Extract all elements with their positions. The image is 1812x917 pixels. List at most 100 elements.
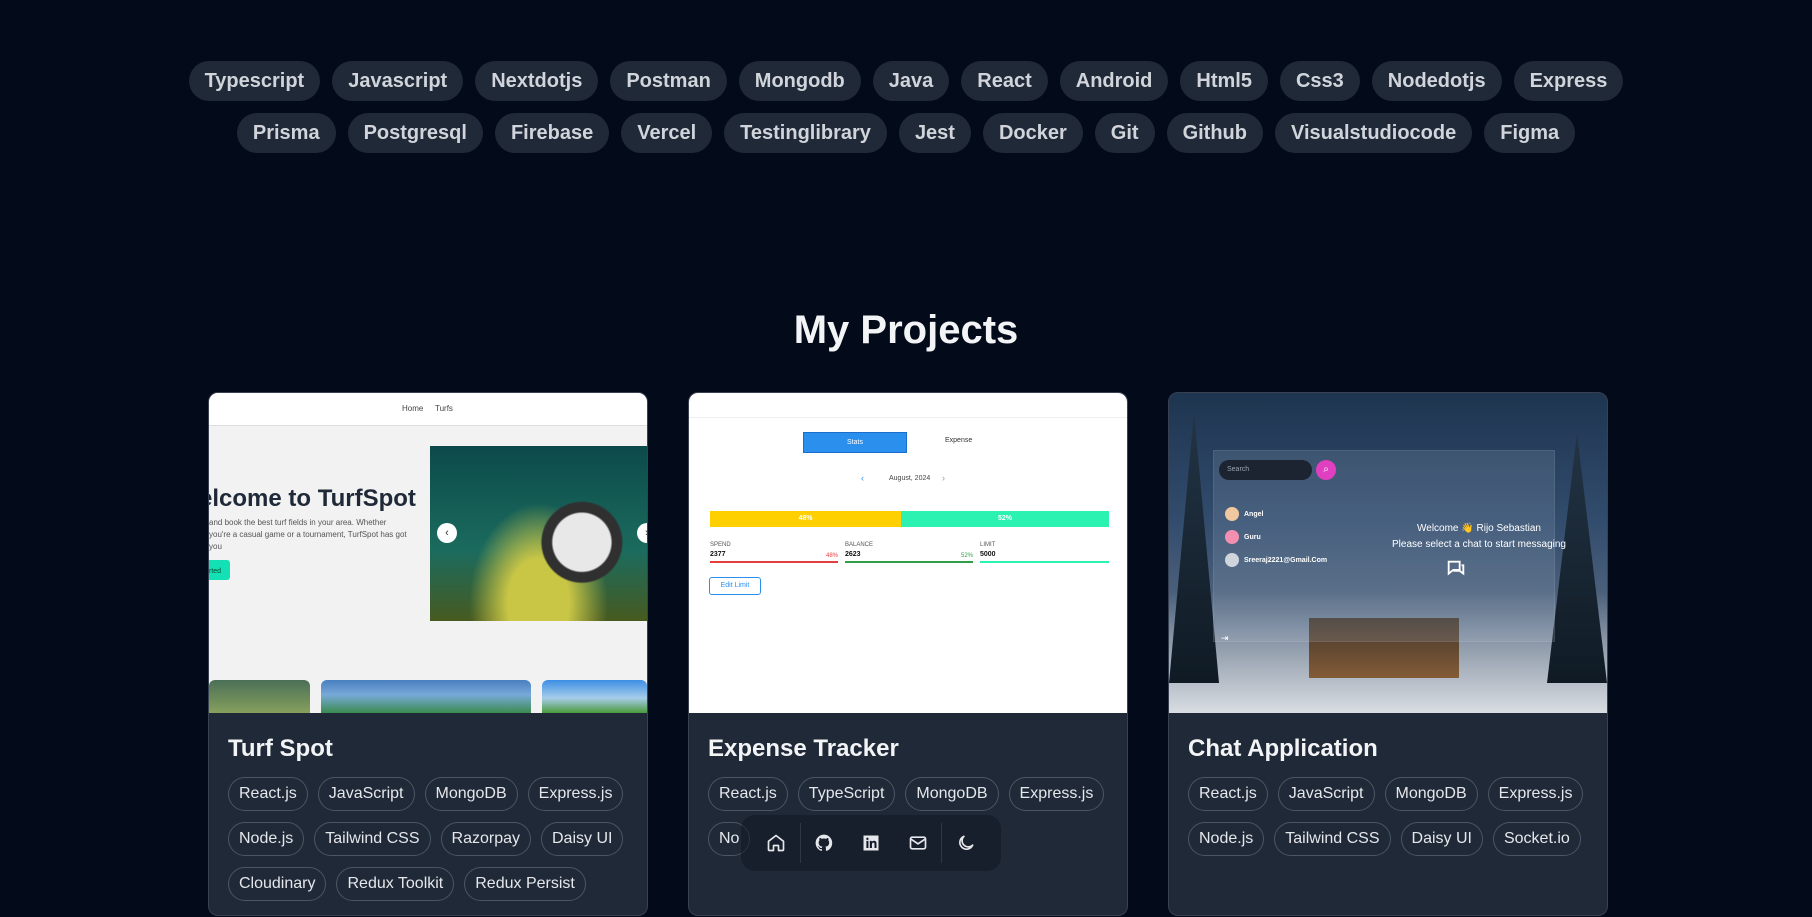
turf-thumbnail [542, 680, 647, 713]
project-preview-image[interactable]: Search ⌕ Angel Guru Sreeraj2221@Gmail.Co… [1169, 393, 1607, 713]
spend-percent: 48% [826, 553, 839, 559]
skill-pill: Postman [610, 61, 727, 101]
balance-percent: 52% [961, 553, 974, 559]
preview-topbar [689, 393, 1127, 418]
skill-pill: Express [1513, 61, 1624, 101]
skill-pill: Typescript [188, 61, 321, 101]
preview-hero-title: elcome to TurfSpot [209, 485, 416, 512]
project-preview-image[interactable]: Home Turfs elcome to TurfSpot and book t… [209, 393, 647, 713]
project-card-turf-spot[interactable]: Home Turfs elcome to TurfSpot and book t… [208, 392, 648, 916]
preview-edit-limit-button: Edit Limit [709, 577, 761, 595]
project-card-chat-application[interactable]: Search ⌕ Angel Guru Sreeraj2221@Gmail.Co… [1168, 392, 1608, 916]
preview-search-input: Search [1219, 460, 1312, 480]
skills-section: Typescript Javascript Nextdotjs Postman … [0, 61, 1812, 165]
skill-pill: Git [1094, 113, 1155, 153]
skill-pill: Vercel [621, 113, 713, 153]
skill-pill: Github [1166, 113, 1263, 153]
limit-label: LIMIT [980, 542, 996, 548]
github-icon[interactable] [801, 821, 848, 865]
balance-label: BALANCE [845, 542, 874, 548]
skill-pill: Visualstudiocode [1275, 113, 1473, 153]
skill-pill: Postgresql [347, 113, 483, 153]
snowy-tree [1169, 413, 1219, 683]
limit-underline [980, 561, 1109, 563]
skill-pill: Nextdotjs [475, 61, 599, 101]
tech-tag: Node.js [1188, 822, 1265, 856]
home-icon[interactable] [753, 821, 800, 865]
chevron-left-icon: ‹ [861, 473, 864, 483]
balance-value: 2623 [845, 551, 861, 558]
moon-icon[interactable] [942, 821, 989, 865]
tech-tag: Express.js [1008, 777, 1105, 811]
skill-pill: Prisma [236, 113, 336, 153]
skill-pill: Html5 [1180, 61, 1268, 101]
skill-pill: Figma [1484, 113, 1576, 153]
logout-icon: ⇥ [1221, 633, 1229, 643]
floating-dock [741, 815, 1001, 871]
tech-tags: React.js JavaScript MongoDB Express.js N… [228, 777, 638, 901]
project-title: Expense Tracker [708, 735, 899, 762]
skill-pill: Mongodb [738, 61, 861, 101]
preview-cta-button: rted [209, 560, 230, 580]
avatar [1225, 530, 1239, 544]
tech-tag: Redux Persist [464, 867, 586, 901]
skill-pill: Java [872, 61, 950, 101]
tech-tag: React.js [228, 777, 308, 811]
tech-tag: Cloudinary [228, 867, 327, 901]
skill-pill: Jest [898, 113, 971, 153]
search-icon: ⌕ [1316, 460, 1336, 480]
avatar [1225, 507, 1239, 521]
soccer-ball-photo [430, 446, 647, 621]
tech-tag: Razorpay [440, 822, 531, 856]
skill-pill: Testinglibrary [724, 113, 887, 153]
tech-tag: Socket.io [1492, 822, 1581, 856]
skill-pill: React [961, 61, 1048, 101]
turf-thumbnail [321, 680, 531, 713]
tech-tag: Daisy UI [541, 822, 624, 856]
projects-heading: My Projects [793, 308, 1019, 352]
skills-row-1: Typescript Javascript Nextdotjs Postman … [0, 61, 1812, 101]
message-icon [1445, 558, 1467, 585]
spend-label: SPEND [710, 542, 731, 548]
mail-icon[interactable] [894, 821, 941, 865]
balance-bar: 52% [901, 511, 1109, 527]
preview-stats-tab: Stats [803, 432, 907, 453]
tech-tag: Daisy UI [1400, 822, 1483, 856]
snowy-tree [1547, 433, 1607, 683]
preview-hero-description: and book the best turf fields in your ar… [209, 518, 407, 551]
tech-tag: Express.js [527, 777, 624, 811]
limit-value: 5000 [980, 551, 996, 558]
preview-month-label: August, 2024 [889, 475, 931, 482]
preview-welcome-text: Welcome 👋 Rijo Sebastian Please select a… [1392, 523, 1566, 550]
tech-tag: MongoDB [1384, 777, 1478, 811]
spend-bar: 48% [710, 511, 901, 527]
skill-pill: Android [1059, 61, 1169, 101]
project-title: Turf Spot [228, 735, 333, 762]
preview-contact: Angel [1225, 507, 1263, 521]
turf-thumbnail [209, 680, 310, 713]
tech-tag: TypeScript [797, 777, 896, 811]
project-title: Chat Application [1188, 735, 1378, 762]
preview-navbar: Home Turfs [209, 393, 647, 426]
preview-contact: Guru [1225, 530, 1261, 544]
avatar [1225, 553, 1239, 567]
tech-tags: React.js JavaScript MongoDB Express.js N… [1188, 777, 1598, 856]
balance-underline [845, 561, 973, 563]
preview-contact: Sreeraj2221@Gmail.Com [1225, 553, 1327, 567]
tech-tag: React.js [708, 777, 788, 811]
skill-pill: Css3 [1279, 61, 1360, 101]
tech-tag: MongoDB [905, 777, 999, 811]
spend-underline [710, 561, 838, 563]
skill-pill: Docker [982, 113, 1083, 153]
preview-nav-item: Home [402, 404, 424, 413]
skills-row-2: Prisma Postgresql Firebase Vercel Testin… [0, 113, 1812, 153]
preview-nav-item: Turfs [435, 404, 453, 413]
tech-tag: MongoDB [424, 777, 518, 811]
linkedin-icon[interactable] [848, 821, 895, 865]
project-preview-image[interactable]: Stats Expense ‹ August, 2024 › 48% 52% S… [689, 393, 1127, 713]
skill-pill: Javascript [332, 61, 464, 101]
spend-value: 2377 [710, 551, 726, 558]
chevron-right-icon: › [942, 473, 945, 483]
tech-tag: Express.js [1487, 777, 1584, 811]
preview-expense-tab: Expense [945, 437, 973, 444]
